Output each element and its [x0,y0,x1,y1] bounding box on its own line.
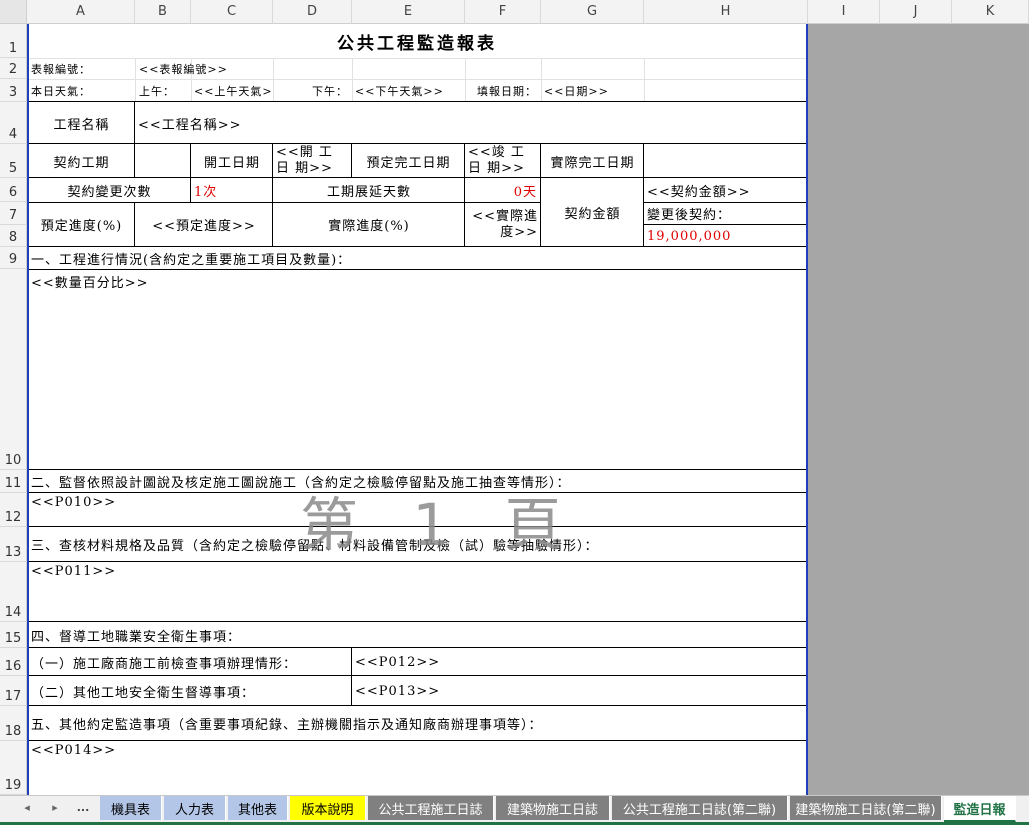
extension-days-value[interactable]: 0天 [465,178,541,202]
contract-amount-label[interactable]: 契約金額 [541,178,644,247]
gridline [644,58,645,102]
project-name-label[interactable]: 工程名稱 [28,102,135,144]
report-title[interactable]: 公共工程監造報表 [28,24,806,58]
column-header-a[interactable]: A [27,0,135,24]
row-header-7[interactable]: 7 [0,202,27,225]
row-header-15[interactable]: 15 [0,622,27,648]
page-watermark: 第 1 頁 [300,491,580,559]
row-header-9[interactable]: 9 [0,247,27,269]
row-header-11[interactable]: 11 [0,470,27,493]
row-header-19[interactable]: 19 [0,741,27,795]
section4-1-value[interactable]: <<P012>> [352,648,806,676]
row-header-13[interactable]: 13 [0,527,27,562]
outside-print-area [807,24,1029,795]
weather-label[interactable]: 本日天氣： [28,79,135,102]
section4-1-label[interactable]: （一）施工廠商施工前檢查事項辦理情形： [28,648,351,676]
start-date-label[interactable]: 開工日期 [191,144,273,178]
section4-2-value[interactable]: <<P013>> [352,676,806,706]
pm-weather-label[interactable]: 下午： [273,79,352,102]
change-count-value[interactable]: 1次 [191,178,273,202]
row-header-16[interactable]: 16 [0,648,27,676]
extension-days-label[interactable]: 工期展延天數 [273,178,465,202]
sheet-tab[interactable]: 機具表 [100,796,162,820]
column-header-c[interactable]: C [191,0,273,24]
column-header-j[interactable]: J [880,0,952,24]
row-header-5[interactable]: 5 [0,144,27,178]
contract-period-value[interactable] [135,144,191,178]
row-header-14[interactable]: 14 [0,562,27,622]
row-header-18[interactable]: 18 [0,706,27,741]
scroll-tabs-right-icon[interactable]: ▸ [44,801,66,814]
section4-2-label[interactable]: （二）其他工地安全衛生督導事項： [28,676,351,706]
change-count-label[interactable]: 契約變更次數 [28,178,191,202]
sheet-tab[interactable]: 其他表 [228,796,288,820]
row-header-4[interactable]: 4 [0,102,27,144]
column-header-d[interactable]: D [273,0,352,24]
section5-label[interactable]: 五、其他約定監造事項（含重要事項紀錄、主辦機關指示及通知廠商辦理事項等）： [28,706,806,741]
column-header-h[interactable]: H [644,0,808,24]
sheet-tab[interactable]: 人力表 [164,796,226,820]
column-header-f[interactable]: F [465,0,541,24]
am-weather-label[interactable]: 上午： [136,79,191,102]
sheet-tab-bar: ◂ ▸ ... 機具表 人力表 其他表 版本說明 公共工程施工日誌 建築物施工日誌 公共工程… [0,795,1029,825]
report-no-label[interactable]: 表報編號： [28,58,135,79]
scroll-tabs-left-icon[interactable]: ◂ [16,801,38,814]
sheet-tab[interactable]: 公共工程施工日誌 [368,796,494,820]
pm-weather-value[interactable]: <<下午天氣>> [352,79,465,102]
start-date-value[interactable]: <<開 工 日 期>> [273,144,352,178]
actual-finish-value[interactable] [644,144,806,178]
sheet-tab[interactable]: 版本說明 [290,796,366,820]
fill-date-value[interactable]: <<日期>> [541,79,644,102]
contract-period-label[interactable]: 契約工期 [28,144,135,178]
column-header-e[interactable]: E [352,0,465,24]
column-header-k[interactable]: K [952,0,1029,24]
contract-amount-value[interactable]: <<契約金額>> [644,178,806,202]
planned-finish-label[interactable]: 預定完工日期 [352,144,465,178]
sheet-tab[interactable]: 建築物施工日誌(第二聯) [790,796,942,820]
section4-label[interactable]: 四、督導工地職業安全衛生事項： [28,622,806,648]
section3-value[interactable]: <<P011>> [28,562,806,622]
row-header-2[interactable]: 2 [0,58,27,79]
sheet-tab[interactable]: 建築物施工日誌 [496,796,610,820]
actual-finish-label[interactable]: 實際完工日期 [541,144,644,178]
row-header-1[interactable]: 1 [0,24,27,58]
row-header-3[interactable]: 3 [0,79,27,102]
column-header-b[interactable]: B [135,0,191,24]
sheet-tab[interactable]: 公共工程施工日誌(第二聯) [612,796,788,820]
row-header-12[interactable]: 12 [0,493,27,527]
spreadsheet-grid[interactable]: A B C D E F G H I J K 1 2 3 4 5 6 7 8 9 … [0,0,1029,795]
sheet-tab[interactable]: 監造日報 [944,796,1016,822]
changed-contract-value[interactable]: 19,000,000 [644,225,806,247]
report-no-value[interactable]: <<表報編號>> [136,58,273,79]
row-header-8[interactable]: 8 [0,225,27,247]
column-header-g[interactable]: G [541,0,644,24]
completion-date-value[interactable]: <<竣 工 日 期>> [465,144,541,178]
actual-progress-value[interactable]: <<實際進 度>> [465,202,541,247]
planned-progress-label[interactable]: 預定進度(%) [28,202,135,247]
fill-date-label[interactable]: 填報日期： [465,79,541,102]
actual-progress-label[interactable]: 實際進度(%) [273,202,465,247]
section1-value[interactable]: <<數量百分比>> [28,270,806,469]
section1-label[interactable]: 一、工程進行情況(含約定之重要施工項目及數量)： [28,247,806,269]
row-header-10[interactable]: 10 [0,269,27,470]
changed-contract-label[interactable]: 變更後契約： [644,202,806,225]
more-tabs-button[interactable]: ... [72,801,94,814]
project-name-value[interactable]: <<工程名稱>> [135,102,806,144]
section5-value[interactable]: <<P014>> [28,741,806,795]
select-all-corner[interactable] [0,0,27,24]
column-header-i[interactable]: I [808,0,880,24]
am-weather-value[interactable]: <<上午天氣>> [191,79,273,102]
planned-progress-value[interactable]: <<預定進度>> [135,202,273,247]
row-header-17[interactable]: 17 [0,676,27,706]
row-header-6[interactable]: 6 [0,178,27,202]
print-area-right-border [806,24,808,795]
